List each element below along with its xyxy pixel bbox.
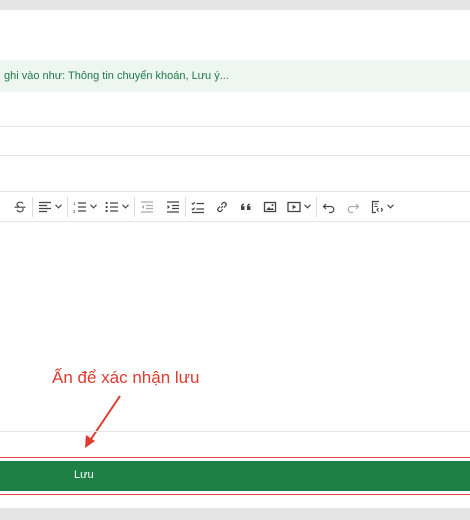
undo-icon[interactable] (322, 196, 336, 218)
field-divider (0, 155, 470, 156)
source-icon[interactable] (370, 196, 394, 218)
align-icon[interactable] (38, 196, 62, 218)
toolbar-separator (67, 196, 68, 217)
chevron-down-icon (55, 204, 62, 209)
hint-text: ghi vào như: Thông tin chuyển khoán, Lưu… (4, 70, 229, 82)
save-button[interactable]: Lưu (0, 461, 470, 491)
editor-toolbar: 12 (0, 191, 470, 222)
hint-banner: ghi vào như: Thông tin chuyển khoán, Lưu… (0, 60, 470, 92)
save-button-label: Lưu (74, 469, 94, 481)
image-icon[interactable] (263, 196, 277, 218)
rich-text-editor[interactable] (0, 222, 470, 430)
indent-icon[interactable] (166, 196, 180, 218)
field-divider (0, 126, 470, 127)
bulleted-list-icon[interactable] (105, 196, 129, 218)
outdent-icon[interactable] (140, 196, 154, 218)
svg-text:1: 1 (73, 201, 76, 206)
media-icon[interactable] (287, 196, 311, 218)
strikethrough-icon[interactable] (13, 196, 27, 218)
editor-bottom-border (0, 431, 470, 432)
chevron-down-icon (122, 204, 129, 209)
svg-text:2: 2 (73, 209, 76, 214)
toolbar-separator (134, 196, 135, 217)
toolbar-separator (32, 196, 33, 217)
save-highlight: Lưu (0, 457, 470, 495)
chevron-down-icon (90, 204, 97, 209)
link-icon[interactable] (215, 196, 229, 218)
chevron-down-icon (304, 204, 311, 209)
todo-list-icon[interactable] (191, 196, 205, 218)
toolbar-separator (316, 196, 317, 217)
blockquote-icon[interactable] (239, 196, 253, 218)
numbered-list-icon[interactable]: 12 (73, 196, 97, 218)
chevron-down-icon (387, 204, 394, 209)
redo-icon[interactable] (346, 196, 360, 218)
annotation-label: Ấn để xác nhận lưu (52, 368, 200, 387)
toolbar-separator (185, 196, 186, 217)
